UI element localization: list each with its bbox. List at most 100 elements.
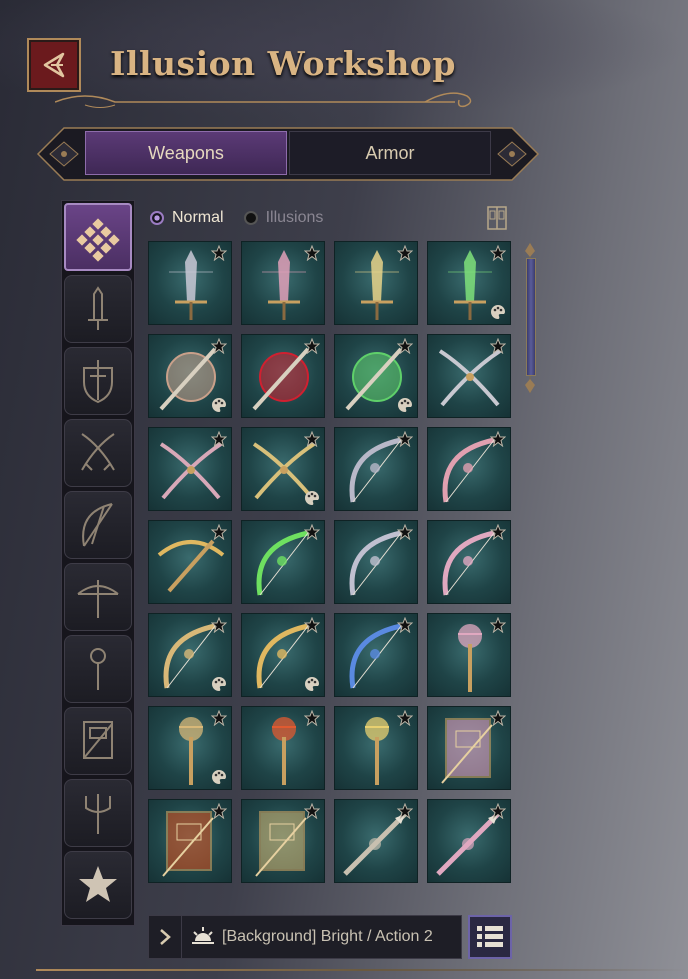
weapon-item-staff[interactable] xyxy=(241,706,325,790)
favorite-star-icon[interactable] xyxy=(490,803,506,819)
chevron-right-icon xyxy=(160,929,171,945)
weapon-item-greatsword[interactable] xyxy=(241,241,325,325)
sword-shield-icon xyxy=(83,360,113,404)
weapon-item-dual[interactable] xyxy=(148,427,232,511)
category-sword-shield[interactable] xyxy=(64,347,132,415)
weapon-item-dual[interactable] xyxy=(427,334,511,418)
favorite-star-icon[interactable] xyxy=(490,245,506,261)
favorite-star-icon[interactable] xyxy=(304,617,320,633)
category-crossbow[interactable] xyxy=(64,563,132,631)
category-greatsword[interactable] xyxy=(64,275,132,343)
trident-icon xyxy=(85,794,111,834)
weapon-item-greatsword[interactable] xyxy=(427,241,511,325)
favorite-star-icon[interactable] xyxy=(490,431,506,447)
dye-palette-icon xyxy=(212,770,226,784)
favorite-star-icon[interactable] xyxy=(397,245,413,261)
favorite-star-icon[interactable] xyxy=(304,803,320,819)
view-filter: Normal Illusions xyxy=(150,206,343,230)
tab-armor[interactable]: Armor xyxy=(289,131,491,175)
favorite-star-icon[interactable] xyxy=(211,338,227,354)
weapon-item-greatsword[interactable] xyxy=(334,241,418,325)
bow-icon xyxy=(82,503,113,547)
favorite-star-icon[interactable] xyxy=(211,431,227,447)
background-selector[interactable]: [Background] Bright / Action 2 xyxy=(148,915,462,959)
weapon-item-crossbow[interactable] xyxy=(148,520,232,604)
weapon-item-spear[interactable] xyxy=(334,799,418,883)
weapon-item-shield[interactable] xyxy=(334,334,418,418)
tab-weapons[interactable]: Weapons xyxy=(85,131,287,175)
weapon-item-tome[interactable] xyxy=(241,799,325,883)
favorite-star-icon[interactable] xyxy=(211,710,227,726)
weapon-item-bow[interactable] xyxy=(241,520,325,604)
weapon-item-shield[interactable] xyxy=(148,334,232,418)
weapon-item-bow[interactable] xyxy=(427,427,511,511)
wardrobe-icon[interactable] xyxy=(486,205,508,231)
page-title: Illusion Workshop xyxy=(110,44,456,83)
favorite-star-icon[interactable] xyxy=(211,803,227,819)
favorite-star-icon[interactable] xyxy=(397,617,413,633)
background-selector-text: [Background] Bright / Action 2 xyxy=(222,928,433,945)
category-trident[interactable] xyxy=(64,779,132,847)
scrollbar-thumb[interactable] xyxy=(526,258,536,376)
dye-palette-icon xyxy=(212,677,226,691)
crossbow-icon xyxy=(77,580,119,618)
expand-button[interactable] xyxy=(149,916,182,958)
favorites-star-icon xyxy=(79,866,117,902)
favorite-star-icon[interactable] xyxy=(397,431,413,447)
favorite-star-icon[interactable] xyxy=(490,524,506,540)
weapon-item-bow[interactable] xyxy=(241,613,325,697)
favorite-star-icon[interactable] xyxy=(304,710,320,726)
radio-normal-label: Normal xyxy=(172,209,224,226)
category-dual-blades[interactable] xyxy=(64,419,132,487)
favorite-star-icon[interactable] xyxy=(397,338,413,354)
category-tome[interactable] xyxy=(64,707,132,775)
staff-icon xyxy=(90,648,106,690)
favorite-star-icon[interactable] xyxy=(490,710,506,726)
favorite-star-icon[interactable] xyxy=(397,710,413,726)
category-all-weapons[interactable] xyxy=(64,203,132,271)
weapon-item-staff[interactable] xyxy=(148,706,232,790)
tab-weapons-label: Weapons xyxy=(148,142,224,163)
favorite-star-icon[interactable] xyxy=(304,431,320,447)
dual-blades-icon xyxy=(81,433,115,471)
favorite-star-icon[interactable] xyxy=(211,617,227,633)
dye-palette-icon xyxy=(212,398,226,412)
weapon-item-shield[interactable] xyxy=(241,334,325,418)
favorite-star-icon[interactable] xyxy=(304,245,320,261)
category-bow[interactable] xyxy=(64,491,132,559)
favorite-star-icon[interactable] xyxy=(397,524,413,540)
favorite-star-icon[interactable] xyxy=(304,338,320,354)
weapon-item-staff[interactable] xyxy=(334,706,418,790)
favorite-star-icon[interactable] xyxy=(490,617,506,633)
weapon-item-spear[interactable] xyxy=(427,799,511,883)
radio-illusions[interactable]: Illusions xyxy=(243,209,324,227)
favorite-star-icon[interactable] xyxy=(304,524,320,540)
weapon-item-tome[interactable] xyxy=(427,706,511,790)
dye-palette-icon xyxy=(491,305,505,319)
favorite-star-icon[interactable] xyxy=(211,524,227,540)
weapon-item-bow[interactable] xyxy=(427,520,511,604)
all-weapons-icon xyxy=(76,218,120,262)
greatsword-icon xyxy=(88,286,108,330)
dye-palette-icon xyxy=(305,491,319,505)
weapon-item-staff[interactable] xyxy=(427,613,511,697)
favorite-star-icon[interactable] xyxy=(397,803,413,819)
title-flourish xyxy=(55,92,472,108)
favorite-star-icon[interactable] xyxy=(490,338,506,354)
radio-illusions-label: Illusions xyxy=(265,209,324,226)
weapon-item-tome[interactable] xyxy=(148,799,232,883)
weapon-item-dual[interactable] xyxy=(241,427,325,511)
favorite-star-icon[interactable] xyxy=(211,245,227,261)
category-favorites-star[interactable] xyxy=(64,851,132,919)
weapon-item-bow[interactable] xyxy=(334,613,418,697)
radio-normal[interactable]: Normal xyxy=(150,209,224,227)
weapon-item-bow[interactable] xyxy=(148,613,232,697)
back-button[interactable] xyxy=(27,38,81,92)
category-staff[interactable] xyxy=(64,635,132,703)
weapon-item-greatsword[interactable] xyxy=(148,241,232,325)
list-view-button[interactable] xyxy=(468,915,512,959)
weapon-item-bow[interactable] xyxy=(334,520,418,604)
radio-normal-indicator xyxy=(150,211,164,225)
weapon-item-bow[interactable] xyxy=(334,427,418,511)
dye-palette-icon xyxy=(305,677,319,691)
